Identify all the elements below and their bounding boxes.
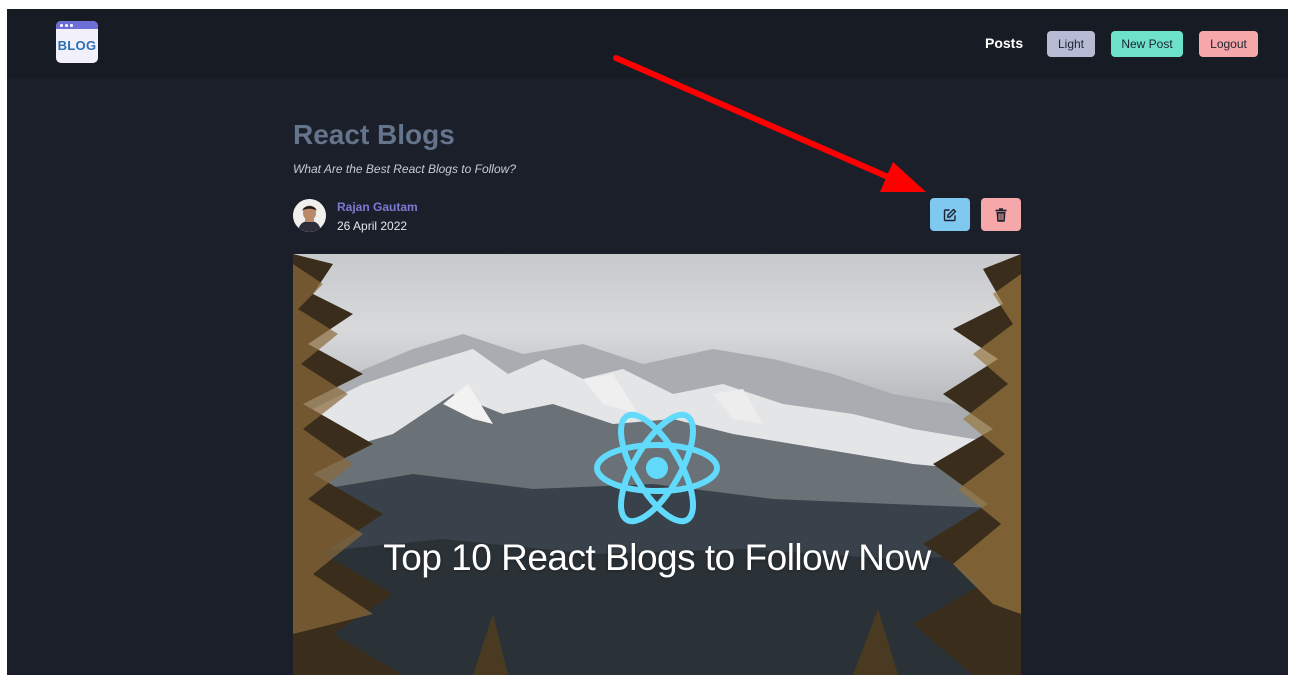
- edit-icon: [943, 208, 957, 221]
- post-cover-image: Top 10 React Blogs to Follow Now: [293, 254, 1021, 675]
- post-date: 26 April 2022: [337, 219, 408, 233]
- post-subtitle: What Are the Best React Blogs to Follow?: [293, 162, 516, 176]
- delete-post-button[interactable]: [981, 198, 1021, 231]
- post-title: React Blogs: [293, 119, 455, 150]
- avatar-image: [293, 199, 326, 232]
- app-window: BLOG Posts Light New Post Logout React B…: [7, 9, 1288, 675]
- trash-icon: [995, 207, 1007, 222]
- edit-post-button[interactable]: [930, 198, 970, 231]
- navbar: BLOG Posts Light New Post Logout: [7, 9, 1288, 79]
- blog-logo[interactable]: BLOG: [56, 21, 98, 63]
- logout-button[interactable]: Logout: [1199, 31, 1258, 57]
- author-name[interactable]: Rajan Gautam: [337, 200, 418, 214]
- logo-dot: [60, 24, 63, 27]
- logo-dot: [70, 24, 73, 27]
- nav-link-posts[interactable]: Posts: [985, 35, 1023, 51]
- logo-text: BLOG: [57, 38, 97, 53]
- author-avatar: [293, 199, 326, 232]
- cover-caption: Top 10 React Blogs to Follow Now: [383, 537, 931, 578]
- theme-toggle-button[interactable]: Light: [1047, 31, 1095, 57]
- logo-dot: [65, 24, 68, 27]
- new-post-button[interactable]: New Post: [1111, 31, 1183, 57]
- mountain-landscape: [293, 254, 1021, 675]
